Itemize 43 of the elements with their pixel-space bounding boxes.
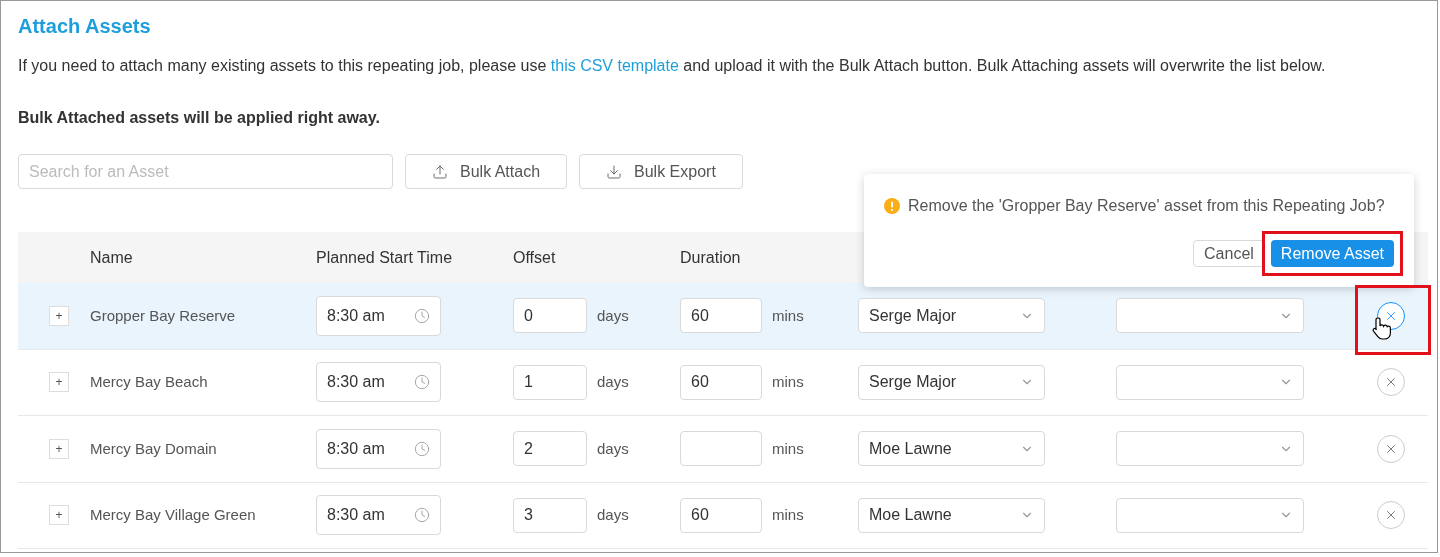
offset-field[interactable]: 3 [513, 497, 587, 533]
unit-label: mins [772, 505, 804, 525]
asset-name: Mercy Bay Village Green [90, 505, 257, 525]
column-header: Duration [680, 247, 742, 268]
unit-label: days [597, 505, 629, 525]
table-row[interactable]: + Gropper Bay Reserve 8:30 am 0 days 60 mins Serge Major [18, 283, 1428, 350]
worker-select[interactable]: Moe Lawne [858, 497, 1045, 533]
duration-field[interactable]: 60 [680, 497, 762, 533]
expand-button[interactable]: + [49, 505, 69, 526]
expand-button[interactable]: + [49, 438, 69, 459]
column-header: Planned Start Time [316, 247, 454, 268]
offset-field[interactable]: 2 [513, 431, 587, 467]
duration-field[interactable]: 60 [680, 298, 762, 334]
bulk-attach-button[interactable]: Bulk Attach [405, 154, 568, 189]
confirm-message: Remove the 'Gropper Bay Reserve' asset from this Repeating Job? [908, 196, 1385, 216]
duration-field[interactable]: 60 [680, 364, 762, 400]
unit-label: days [597, 438, 629, 459]
notice-text: Bulk Attached assets will be applied right away. [18, 108, 381, 128]
offset-field[interactable]: 0 [513, 298, 587, 334]
asset-name: Mercy Bay Domain [90, 438, 218, 459]
time-field[interactable]: 8:30 am [316, 495, 441, 536]
offset-field[interactable]: 1 [513, 364, 587, 400]
expand-button[interactable]: + [49, 372, 69, 393]
asset-name: Gropper Bay Reserve [90, 305, 237, 326]
unit-label: days [597, 372, 629, 392]
unit-label: mins [772, 372, 804, 392]
unit-label: mins [772, 305, 804, 326]
search-field[interactable]: Search for an Asset [18, 154, 393, 189]
time-field[interactable]: 8:30 am [316, 428, 441, 469]
intro-text: If you need to attach many existing assets to this repeating job, please use this CSV template and upload it with the Bulk Attach button. Bulk Attaching assets will overwrite the list below. [18, 56, 1327, 76]
worker-select[interactable]: Serge Major [858, 298, 1045, 334]
page-title: Attach Assets [18, 14, 152, 39]
bulk-export-button[interactable]: Bulk Export [579, 154, 743, 189]
worker-select[interactable]: Moe Lawne [858, 431, 1045, 467]
time-field[interactable]: 8:30 am [316, 362, 441, 403]
unit-label: mins [772, 438, 804, 459]
column-header: Name [90, 247, 134, 268]
asset-name: Mercy Bay Beach [90, 372, 209, 392]
column-header: Offset [513, 247, 557, 268]
time-field[interactable]: 8:30 am [316, 295, 441, 336]
unit-label: days [597, 305, 629, 326]
expand-button[interactable]: + [49, 305, 69, 326]
worker-select[interactable]: Serge Major [858, 364, 1045, 400]
